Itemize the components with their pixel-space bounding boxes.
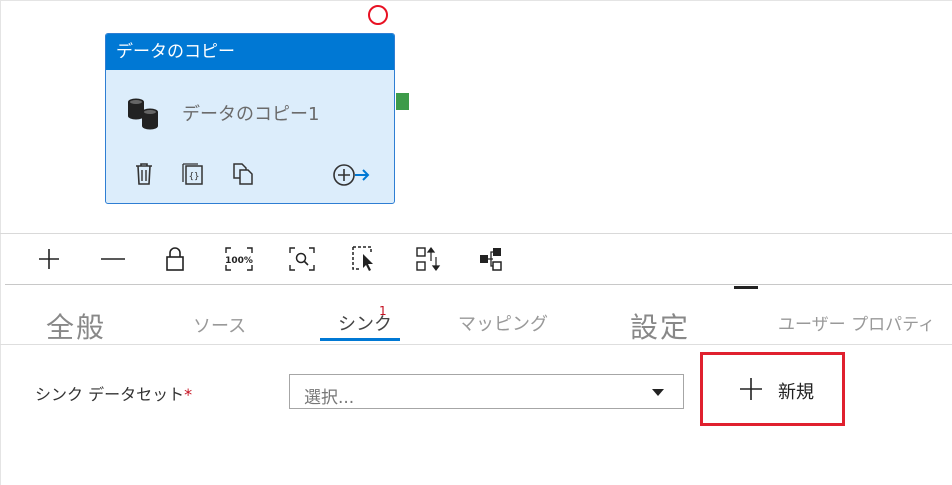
- minus-icon: [101, 258, 125, 260]
- required-marker: *: [184, 385, 193, 404]
- chevron-down-icon: [652, 389, 664, 396]
- toolbar-separator: [0, 233, 952, 234]
- activity-header: データのコピー: [106, 34, 394, 70]
- sink-dataset-select[interactable]: 選択...: [289, 374, 684, 409]
- sink-dataset-label-text: シンク データセット: [35, 385, 185, 404]
- sink-dataset-label: シンク データセット*: [35, 381, 192, 405]
- new-dataset-button[interactable]: 新規: [700, 352, 845, 426]
- panel-separator: [5, 284, 952, 285]
- output-handle[interactable]: [396, 93, 409, 110]
- zoom-100-label: 100%: [225, 256, 253, 266]
- zoom-out-button[interactable]: [96, 242, 130, 276]
- lock-icon: [166, 247, 184, 271]
- tab-general[interactable]: 全般: [46, 306, 106, 346]
- zoom-in-button[interactable]: [32, 242, 66, 276]
- svg-text:{}: {}: [189, 172, 200, 182]
- zoom-to-fit-button[interactable]: [285, 242, 319, 276]
- copy-data-activity[interactable]: データのコピー データのコピー1 {}: [105, 33, 395, 204]
- auto-align-icon: [416, 247, 441, 271]
- code-icon[interactable]: {}: [182, 162, 204, 186]
- tab-settings[interactable]: 設定: [630, 306, 690, 346]
- panel-resize-grip[interactable]: [734, 286, 758, 289]
- layout-button[interactable]: [474, 242, 508, 276]
- new-button-label: 新規: [778, 382, 814, 403]
- plus-icon: [740, 378, 762, 400]
- trash-icon[interactable]: [134, 162, 154, 186]
- zoom-100-icon: 100%: [225, 247, 253, 271]
- select-icon: [352, 246, 373, 271]
- zoom-fit-icon: [289, 247, 315, 271]
- plus-icon: [39, 249, 59, 269]
- canvas-left-border: [0, 0, 1, 485]
- layout-icon: [480, 248, 502, 271]
- select-placeholder: 選択...: [304, 388, 355, 408]
- database-icon: [128, 98, 158, 130]
- auto-align-button[interactable]: [411, 242, 445, 276]
- active-tab-underline: [320, 338, 400, 341]
- clone-icon[interactable]: [232, 162, 256, 186]
- add-output-icon[interactable]: [332, 162, 372, 188]
- tabs-divider: [0, 344, 952, 345]
- activity-name: データのコピー1: [182, 104, 320, 125]
- select-button[interactable]: [348, 242, 382, 276]
- lock-button[interactable]: [158, 242, 192, 276]
- tab-sink-error-badge: 1: [379, 304, 387, 318]
- error-indicator-circle: [368, 5, 388, 25]
- zoom-100-button[interactable]: 100%: [222, 242, 256, 276]
- tab-source[interactable]: ソース: [193, 312, 246, 352]
